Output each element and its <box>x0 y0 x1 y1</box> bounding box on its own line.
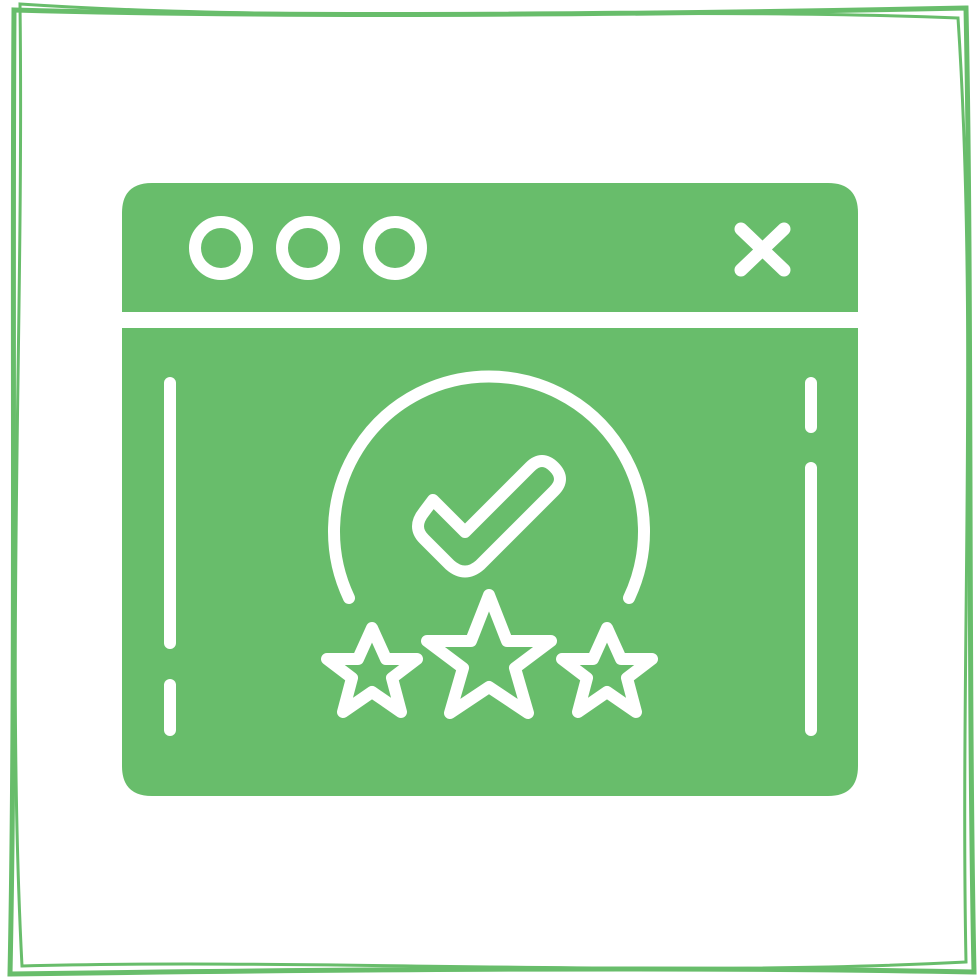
icon-canvas <box>0 0 980 980</box>
browser-rating-icon <box>122 183 858 796</box>
browser-header <box>122 183 858 312</box>
